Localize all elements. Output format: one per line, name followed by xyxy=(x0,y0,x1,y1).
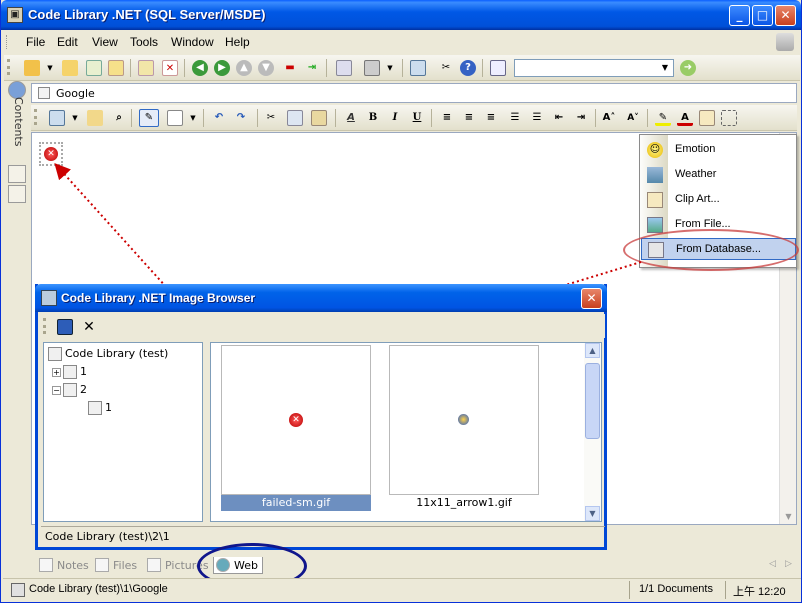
dialog-status-bar: Code Library (test)\2\1 xyxy=(41,526,605,544)
status-separator xyxy=(725,581,726,599)
expand-icon[interactable]: + xyxy=(52,367,61,377)
save-icon[interactable] xyxy=(57,319,73,335)
tab-notes-label: Notes xyxy=(57,559,89,572)
tab-notes[interactable]: Notes xyxy=(37,557,93,574)
thumbnail-caption[interactable]: failed-sm.gif xyxy=(221,495,371,511)
main-window: ▣ Code Library .NET (SQL Server/MSDE) _ … xyxy=(0,0,802,603)
library-icon xyxy=(48,347,62,361)
status-documents: 1/1 Documents xyxy=(639,583,713,595)
dialog-toolbar-grip[interactable] xyxy=(43,318,46,334)
tab-files[interactable]: Files xyxy=(93,557,143,574)
pane-splitter[interactable] xyxy=(205,342,209,522)
dialog-toolbar: ✕ xyxy=(41,314,605,338)
dialog-title: Code Library .NET Image Browser xyxy=(61,291,256,305)
failed-image-icon: ✕ xyxy=(289,413,303,427)
tree-node-2-label: 2 xyxy=(80,383,87,396)
status-path: Code Library (test)\1\Google xyxy=(29,583,168,595)
dialog-close-button[interactable]: ✕ xyxy=(581,288,602,309)
collapse-icon[interactable]: − xyxy=(52,385,61,395)
thumbnail-arrow[interactable] xyxy=(389,345,539,495)
image-browser-icon xyxy=(41,290,57,306)
dialog-title-bar[interactable]: Code Library .NET Image Browser ✕ xyxy=(35,284,607,312)
image-browser-dialog: Code Library .NET Image Browser ✕ ✕ Code… xyxy=(35,284,607,550)
status-separator xyxy=(629,581,630,599)
delete-icon[interactable]: ✕ xyxy=(81,319,97,335)
tab-scroll-right-icon[interactable]: ▷ xyxy=(785,559,792,569)
tab-scroll-left-icon[interactable]: ◁ xyxy=(769,559,776,569)
tree-node-root[interactable]: Code Library (test) xyxy=(48,347,168,361)
status-time: 上午 12:20 xyxy=(733,586,786,598)
pictures-icon xyxy=(147,558,161,572)
view-tabs: Notes Files Pictures Web ◁ ▷ xyxy=(31,556,797,576)
thumbnail-scrollbar[interactable]: ▲ ▼ xyxy=(584,343,601,521)
tree-node-2[interactable]: −2 xyxy=(52,383,87,397)
tree-node-2-1-label: 1 xyxy=(105,401,112,414)
status-library-icon xyxy=(11,583,25,597)
tree-node-1-label: 1 xyxy=(80,365,87,378)
tree-node-root-label: Code Library (test) xyxy=(65,347,169,360)
folder-icon xyxy=(63,383,77,397)
library-tree[interactable]: Code Library (test) +1 −2 1 xyxy=(43,342,203,522)
tree-node-2-1[interactable]: 1 xyxy=(88,401,112,415)
thumbnail-failed-sm[interactable]: ✕ xyxy=(221,345,371,495)
scroll-thumb[interactable] xyxy=(585,363,600,439)
arrow-icon xyxy=(458,414,469,425)
tab-files-label: Files xyxy=(113,559,138,572)
scroll-down-icon[interactable]: ▼ xyxy=(585,506,600,521)
thumbnail-caption[interactable]: 11x11_arrow1.gif xyxy=(389,495,539,511)
files-icon xyxy=(95,558,109,572)
thumbnail-panel[interactable]: ✕ failed-sm.gif 11x11_arrow1.gif ▲ ▼ xyxy=(210,342,602,522)
folder-icon xyxy=(63,365,77,379)
status-bar: Code Library (test)\1\Google 1/1 Documen… xyxy=(3,578,801,600)
tree-node-1[interactable]: +1 xyxy=(52,365,87,379)
notes-icon xyxy=(39,558,53,572)
dialog-status-text: Code Library (test)\2\1 xyxy=(45,530,170,543)
new-item-icon xyxy=(88,401,102,415)
scroll-up-icon[interactable]: ▲ xyxy=(585,343,600,358)
